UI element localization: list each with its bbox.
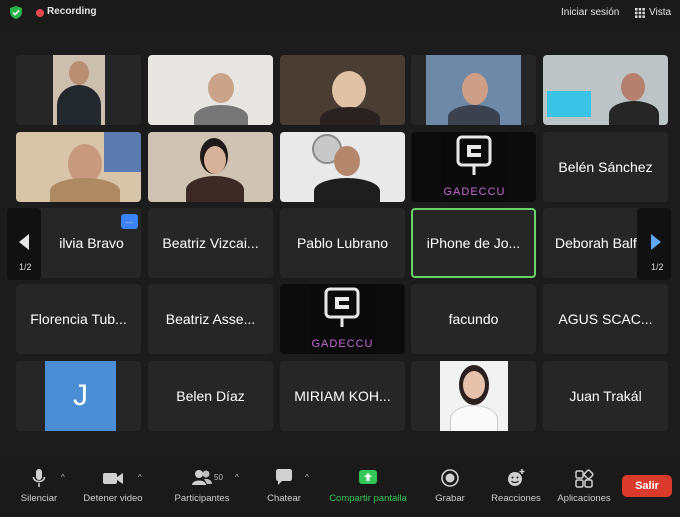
record-icon (441, 469, 459, 487)
more-options-button[interactable]: ... (121, 214, 138, 229)
participant-name: facundo (448, 311, 499, 327)
video-tile[interactable] (16, 132, 141, 202)
participant-gallery: GADECCU Belén Sánchez ilvia Bravo Beatri… (0, 26, 680, 462)
meeting-top-bar: Recording Iniciar sesión Vista (0, 0, 680, 26)
reactions-button[interactable]: Reacciones (490, 468, 542, 504)
participant-name: Juan Trakál (569, 388, 642, 404)
participant-name: AGUS SCAC... (558, 311, 653, 327)
video-tile[interactable] (411, 55, 536, 125)
next-page-button[interactable]: 1/2 (637, 208, 671, 280)
participant-video (280, 55, 405, 125)
recording-label[interactable]: Recording (47, 6, 96, 17)
leave-meeting-button[interactable]: Salir (622, 475, 672, 497)
participants-button[interactable]: 50 Participantes (168, 468, 236, 504)
logo-label: GADECCU (443, 186, 506, 198)
chat-options-caret-icon[interactable]: ^ (305, 473, 309, 482)
name-tile[interactable]: MIRIAM KOH... (280, 361, 405, 431)
name-tile[interactable]: Juan Trakál (543, 361, 668, 431)
participant-name: Belén Sánchez (558, 159, 653, 175)
name-tile[interactable]: AGUS SCAC... (543, 284, 668, 354)
active-speaker-tile[interactable]: iPhone de Jo... (411, 208, 536, 278)
participants-label: Participantes (174, 493, 230, 504)
chat-button[interactable]: Chatear (260, 468, 308, 504)
arrow-left-icon (19, 234, 29, 250)
video-tile[interactable] (280, 132, 405, 202)
meeting-toolbar: Silenciar ^ Detener video ^ 50 Participa… (0, 462, 680, 517)
participant-name: Florencia Tub... (30, 311, 127, 327)
video-tile[interactable] (16, 55, 141, 125)
record-button[interactable]: Grabar (430, 468, 470, 504)
share-screen-button[interactable]: Compartir pantalla (325, 468, 411, 504)
reactions-icon (508, 469, 525, 486)
participants-icon (192, 470, 212, 485)
video-tile[interactable] (148, 55, 273, 125)
participant-name: Beatriz Vizcai... (162, 235, 259, 251)
share-screen-icon (359, 470, 377, 484)
video-tile[interactable] (280, 55, 405, 125)
mute-button[interactable]: Silenciar (14, 468, 64, 504)
participants-count: 50 (214, 473, 223, 482)
video-tile[interactable] (148, 132, 273, 202)
apps-icon (575, 469, 594, 488)
microphone-icon (32, 469, 46, 487)
video-camera-icon (103, 473, 123, 484)
shield-icon[interactable] (10, 6, 22, 19)
participant-name: iPhone de Jo... (426, 235, 521, 251)
video-options-caret-icon[interactable]: ^ (138, 473, 142, 482)
previous-page-button[interactable]: 1/2 (7, 208, 41, 280)
participant-video (16, 132, 141, 202)
logo-tile[interactable]: GADECCU (280, 284, 405, 354)
view-button[interactable]: Vista (649, 7, 671, 18)
chat-icon (276, 469, 292, 485)
participant-name: MIRIAM KOH... (294, 388, 391, 404)
apps-button[interactable]: Aplicaciones (555, 468, 613, 504)
video-tile[interactable] (543, 55, 668, 125)
page-indicator: 1/2 (19, 262, 32, 272)
participants-options-caret-icon[interactable]: ^ (235, 473, 239, 482)
profile-photo (440, 361, 508, 431)
participant-video (148, 55, 273, 125)
arrow-right-icon (651, 234, 661, 250)
participant-video (426, 55, 521, 125)
name-tile[interactable]: Belén Sánchez (543, 132, 668, 202)
name-tile[interactable]: facundo (411, 284, 536, 354)
name-tile[interactable]: Belen Díaz (148, 361, 273, 431)
grid-view-icon[interactable] (635, 8, 645, 18)
share-screen-label: Compartir pantalla (329, 493, 407, 504)
gadeccu-logo-icon (324, 287, 360, 327)
participant-name: Beatriz Asse... (165, 311, 256, 327)
page-indicator: 1/2 (651, 262, 664, 272)
mute-label: Silenciar (20, 493, 58, 504)
signin-link[interactable]: Iniciar sesión (561, 7, 619, 18)
reactions-label: Reacciones (491, 493, 541, 504)
avatar: J (45, 361, 116, 431)
participant-video (543, 55, 668, 125)
logo-label: GADECCU (311, 338, 374, 350)
name-tile[interactable]: Beatriz Asse... (148, 284, 273, 354)
record-label: Grabar (435, 493, 465, 504)
participant-video: GADECCU (441, 132, 508, 202)
gadeccu-logo-icon (456, 135, 492, 175)
name-tile[interactable]: Pablo Lubrano (280, 208, 405, 278)
avatar-tile[interactable]: J (16, 361, 141, 431)
name-tile[interactable]: Florencia Tub... (16, 284, 141, 354)
participant-video (53, 55, 105, 125)
participant-video: GADECCU (309, 284, 376, 354)
participant-name: Pablo Lubrano (296, 235, 389, 251)
participant-video (148, 132, 273, 202)
logo-tile[interactable]: GADECCU (411, 132, 536, 202)
stop-video-label: Detener video (83, 493, 143, 504)
participant-name: Belen Díaz (176, 388, 245, 404)
name-tile[interactable]: Beatriz Vizcai... (148, 208, 273, 278)
chat-label: Chatear (267, 493, 301, 504)
participant-video (280, 132, 405, 202)
mute-options-caret-icon[interactable]: ^ (61, 473, 65, 482)
photo-tile[interactable] (411, 361, 536, 431)
recording-dot-icon (36, 9, 44, 17)
apps-label: Aplicaciones (557, 493, 611, 504)
more-options-label: ... (125, 215, 134, 225)
